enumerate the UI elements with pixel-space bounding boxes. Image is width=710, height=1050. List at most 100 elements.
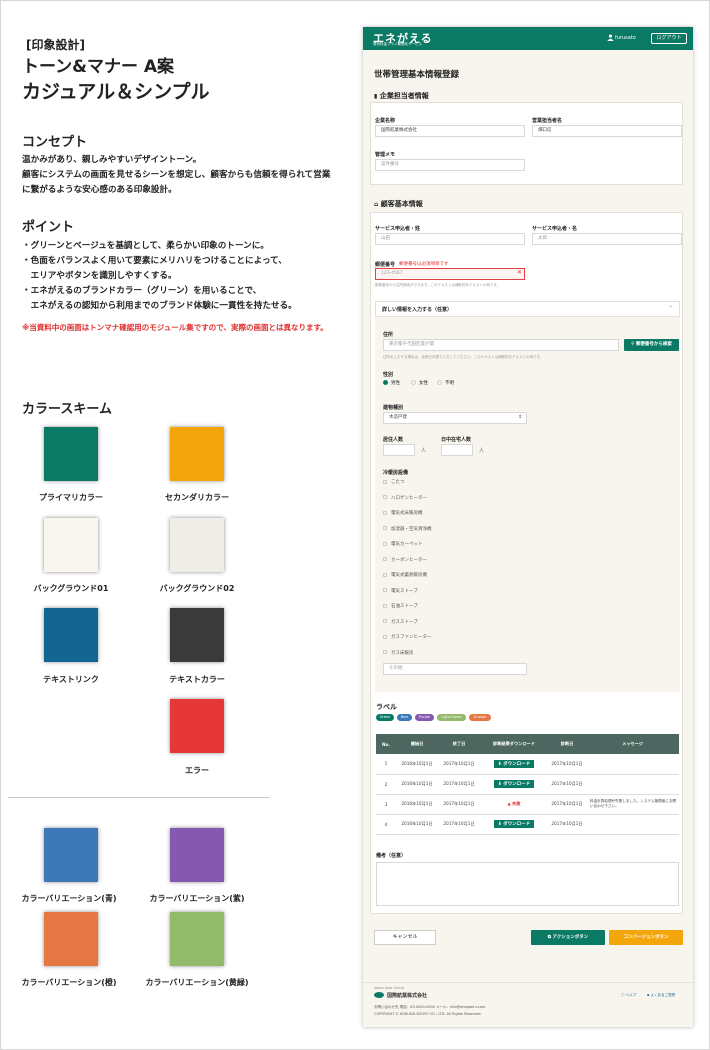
- home-icon: ⌂: [374, 201, 379, 208]
- page-title: 世帯管理基本情報登録: [374, 70, 460, 80]
- cancel-button[interactable]: キャンセル: [374, 930, 436, 945]
- equipment-checkbox[interactable]: カーボンヒーター: [383, 557, 427, 563]
- sales-name-field[interactable]: 畑口信: [532, 125, 682, 137]
- customer-section-heading: ⌂ 顧客基本情報: [374, 199, 423, 209]
- label-badge-green: Green: [376, 714, 394, 721]
- action-button-label: アクションボタン: [552, 935, 589, 940]
- table-cell-msg: [586, 774, 679, 795]
- checkbox-label: 電気カーペット: [391, 542, 423, 547]
- last-name-field[interactable]: 山田: [375, 233, 525, 245]
- concept-line: に繋がるような安心感のある印象設計。: [22, 185, 177, 195]
- address-search-label: 郵便番号から検索: [635, 342, 672, 347]
- table-cell-msg: 料金計算処理が失敗しました。システム管理者にお問い合わせ下さい。: [586, 794, 679, 815]
- address-field[interactable]: 東京都千代田区霞が関: [383, 339, 619, 351]
- footer-help-link[interactable]: ⓘ ヘルプ: [621, 993, 636, 998]
- point-line: ・エネがえるのブランドカラー（グリーン）を用いることで、: [22, 286, 262, 296]
- table-cell-date: 2017年10月1日: [548, 774, 586, 795]
- col-end: 終了日: [438, 734, 480, 754]
- checkbox-box: [383, 634, 387, 639]
- equipment-checkbox[interactable]: ハロゲンヒーター: [383, 495, 427, 501]
- first-name-field[interactable]: 太郎: [532, 233, 682, 245]
- building-select[interactable]: 木造戸建 ⇕: [383, 412, 527, 424]
- zip-field[interactable]: 123-4567: [375, 268, 525, 280]
- table-cell-start: 2016年10月1日: [396, 774, 438, 795]
- checkbox-box: [383, 557, 387, 561]
- checkbox-label: 電気ストーブ: [391, 588, 418, 594]
- table-cell-result: ⬇ ダウンロード: [480, 754, 548, 775]
- table-header-row: No. 開始日 終了日 診断結果ダウンロード 診断日 メッセージ: [376, 734, 679, 754]
- swatch-label: カラーバリエーション(黄緑): [145, 978, 249, 987]
- checkbox-box: [383, 510, 387, 515]
- gender-radio-unknown[interactable]: 不明: [437, 380, 454, 386]
- swatch-label: バックグラウンド02: [159, 584, 235, 593]
- label-badge-orange: Orange: [469, 714, 491, 721]
- conversion-button[interactable]: コンバージョンボタン: [609, 930, 683, 945]
- swatch-label: プライマリカラー: [39, 493, 103, 502]
- equipment-checkbox[interactable]: 石油ストーブ: [383, 603, 418, 609]
- table-cell-no: 2: [376, 774, 396, 795]
- swatch-label: カラーバリエーション(青): [21, 894, 117, 903]
- point-text: ・グリーンとベージュを基調として、柔らかい印象のトーンに。 ・色面をバランスよく…: [22, 239, 352, 314]
- checkbox-box: [383, 572, 387, 577]
- zip-error-message: 郵便番号は必須項目です: [399, 262, 449, 267]
- label-badge-blue: Blue: [397, 714, 412, 721]
- checkbox-label: 電気式床暖房機: [391, 511, 423, 516]
- checkbox-label: 電気式蓄熱暖房機: [391, 573, 427, 578]
- help-link-label: ヘルプ: [625, 993, 637, 997]
- footer-company: 国際航業株式会社: [387, 993, 428, 999]
- checkbox-box: [383, 541, 387, 546]
- col-no: No.: [376, 734, 396, 754]
- equipment-checkbox[interactable]: 電気ストーブ: [383, 588, 418, 594]
- doc-tag: [印象設計]: [26, 38, 85, 52]
- clear-icon[interactable]: ✕: [517, 269, 522, 276]
- first-name-label: サービス申込者・名: [532, 226, 578, 232]
- swatch-text-link: [44, 608, 98, 662]
- gender-radio-female[interactable]: 女性: [411, 380, 428, 386]
- company-name-field[interactable]: 国際航業株式会社: [375, 125, 525, 137]
- equipment-checkbox[interactable]: ガス床暖房: [383, 650, 414, 656]
- swatch-label: エラー: [185, 766, 209, 775]
- swatch-variation-purple: [170, 828, 224, 882]
- concept-text: 温かみがあり、親しみやすいデザイントーン。 顧客にシステムの画面を見せるシーンを…: [22, 153, 352, 198]
- equipment-checkbox[interactable]: 加湿器・空気清浄機: [383, 526, 432, 532]
- memo-field[interactable]: 案件番号: [375, 159, 525, 171]
- checkbox-label: ガスストーブ: [391, 619, 418, 625]
- equipment-checkbox[interactable]: 電気カーペット: [383, 541, 423, 547]
- equipment-other-field[interactable]: その他: [383, 663, 527, 675]
- remarks-textarea[interactable]: [376, 862, 679, 906]
- checkbox-box: [383, 650, 387, 654]
- swatch-error: [170, 699, 224, 753]
- table-cell-start: 2016年10月1日: [396, 794, 438, 815]
- labels-card: ラベル Green Blue Purple Light Green Orange…: [370, 692, 683, 914]
- table-cell-result: ▲ 失敗: [480, 794, 548, 815]
- download-button[interactable]: ⬇ ダウンロード: [493, 820, 535, 828]
- logout-button[interactable]: ログアウト: [651, 33, 687, 44]
- point-heading: ポイント: [22, 220, 75, 235]
- radio-dot: [411, 380, 416, 385]
- gender-radio-male[interactable]: 男性: [383, 380, 400, 386]
- equipment-checkbox[interactable]: 電気式床暖房機: [383, 510, 423, 516]
- company-section-title: 企業担当者情報: [379, 92, 429, 100]
- chevron-up-icon: ⌃: [667, 305, 673, 312]
- download-button[interactable]: ⬇ ダウンロード: [493, 759, 535, 768]
- day-residents-field[interactable]: [441, 444, 473, 456]
- action-button[interactable]: ⧉ アクションボタン: [531, 930, 605, 945]
- address-search-button[interactable]: ⚲ 郵便番号から検索: [624, 339, 679, 351]
- swatch-background-02: [170, 518, 224, 572]
- checkbox-box: [383, 603, 387, 608]
- equipment-checkbox[interactable]: ガスストーブ: [383, 619, 418, 625]
- address-help: 住所を入力する場合は、全角日本語で入力してください。このテキストは補助的なテキス…: [383, 355, 544, 359]
- footer-faq-link[interactable]: ▪ よくあるご質問: [647, 993, 675, 998]
- col-message: メッセージ: [586, 734, 679, 754]
- download-label: ダウンロード: [503, 822, 531, 827]
- equipment-checkbox[interactable]: 電気式蓄熱暖房機: [383, 572, 427, 578]
- concept-line: 温かみがあり、親しみやすいデザイントーン。: [22, 155, 202, 165]
- equipment-checkbox[interactable]: ガスファンヒーター: [383, 634, 432, 640]
- footer-contact: お問い合わせ先 電話：03-0000-0000 メール：info@enegaer…: [374, 1005, 486, 1009]
- download-button[interactable]: ⬇ ダウンロード: [493, 780, 535, 788]
- residents-field[interactable]: [383, 444, 415, 456]
- detail-toggle[interactable]: 詳しい情報を入力する（任意） ⌃: [375, 301, 680, 317]
- equipment-checkbox[interactable]: こたつ: [383, 479, 405, 485]
- building-select-value: 木造戸建: [389, 415, 407, 420]
- footer-copyright: COPYRIGHT © KOKUSAI KOGYO CO., LTD. All …: [374, 1012, 482, 1016]
